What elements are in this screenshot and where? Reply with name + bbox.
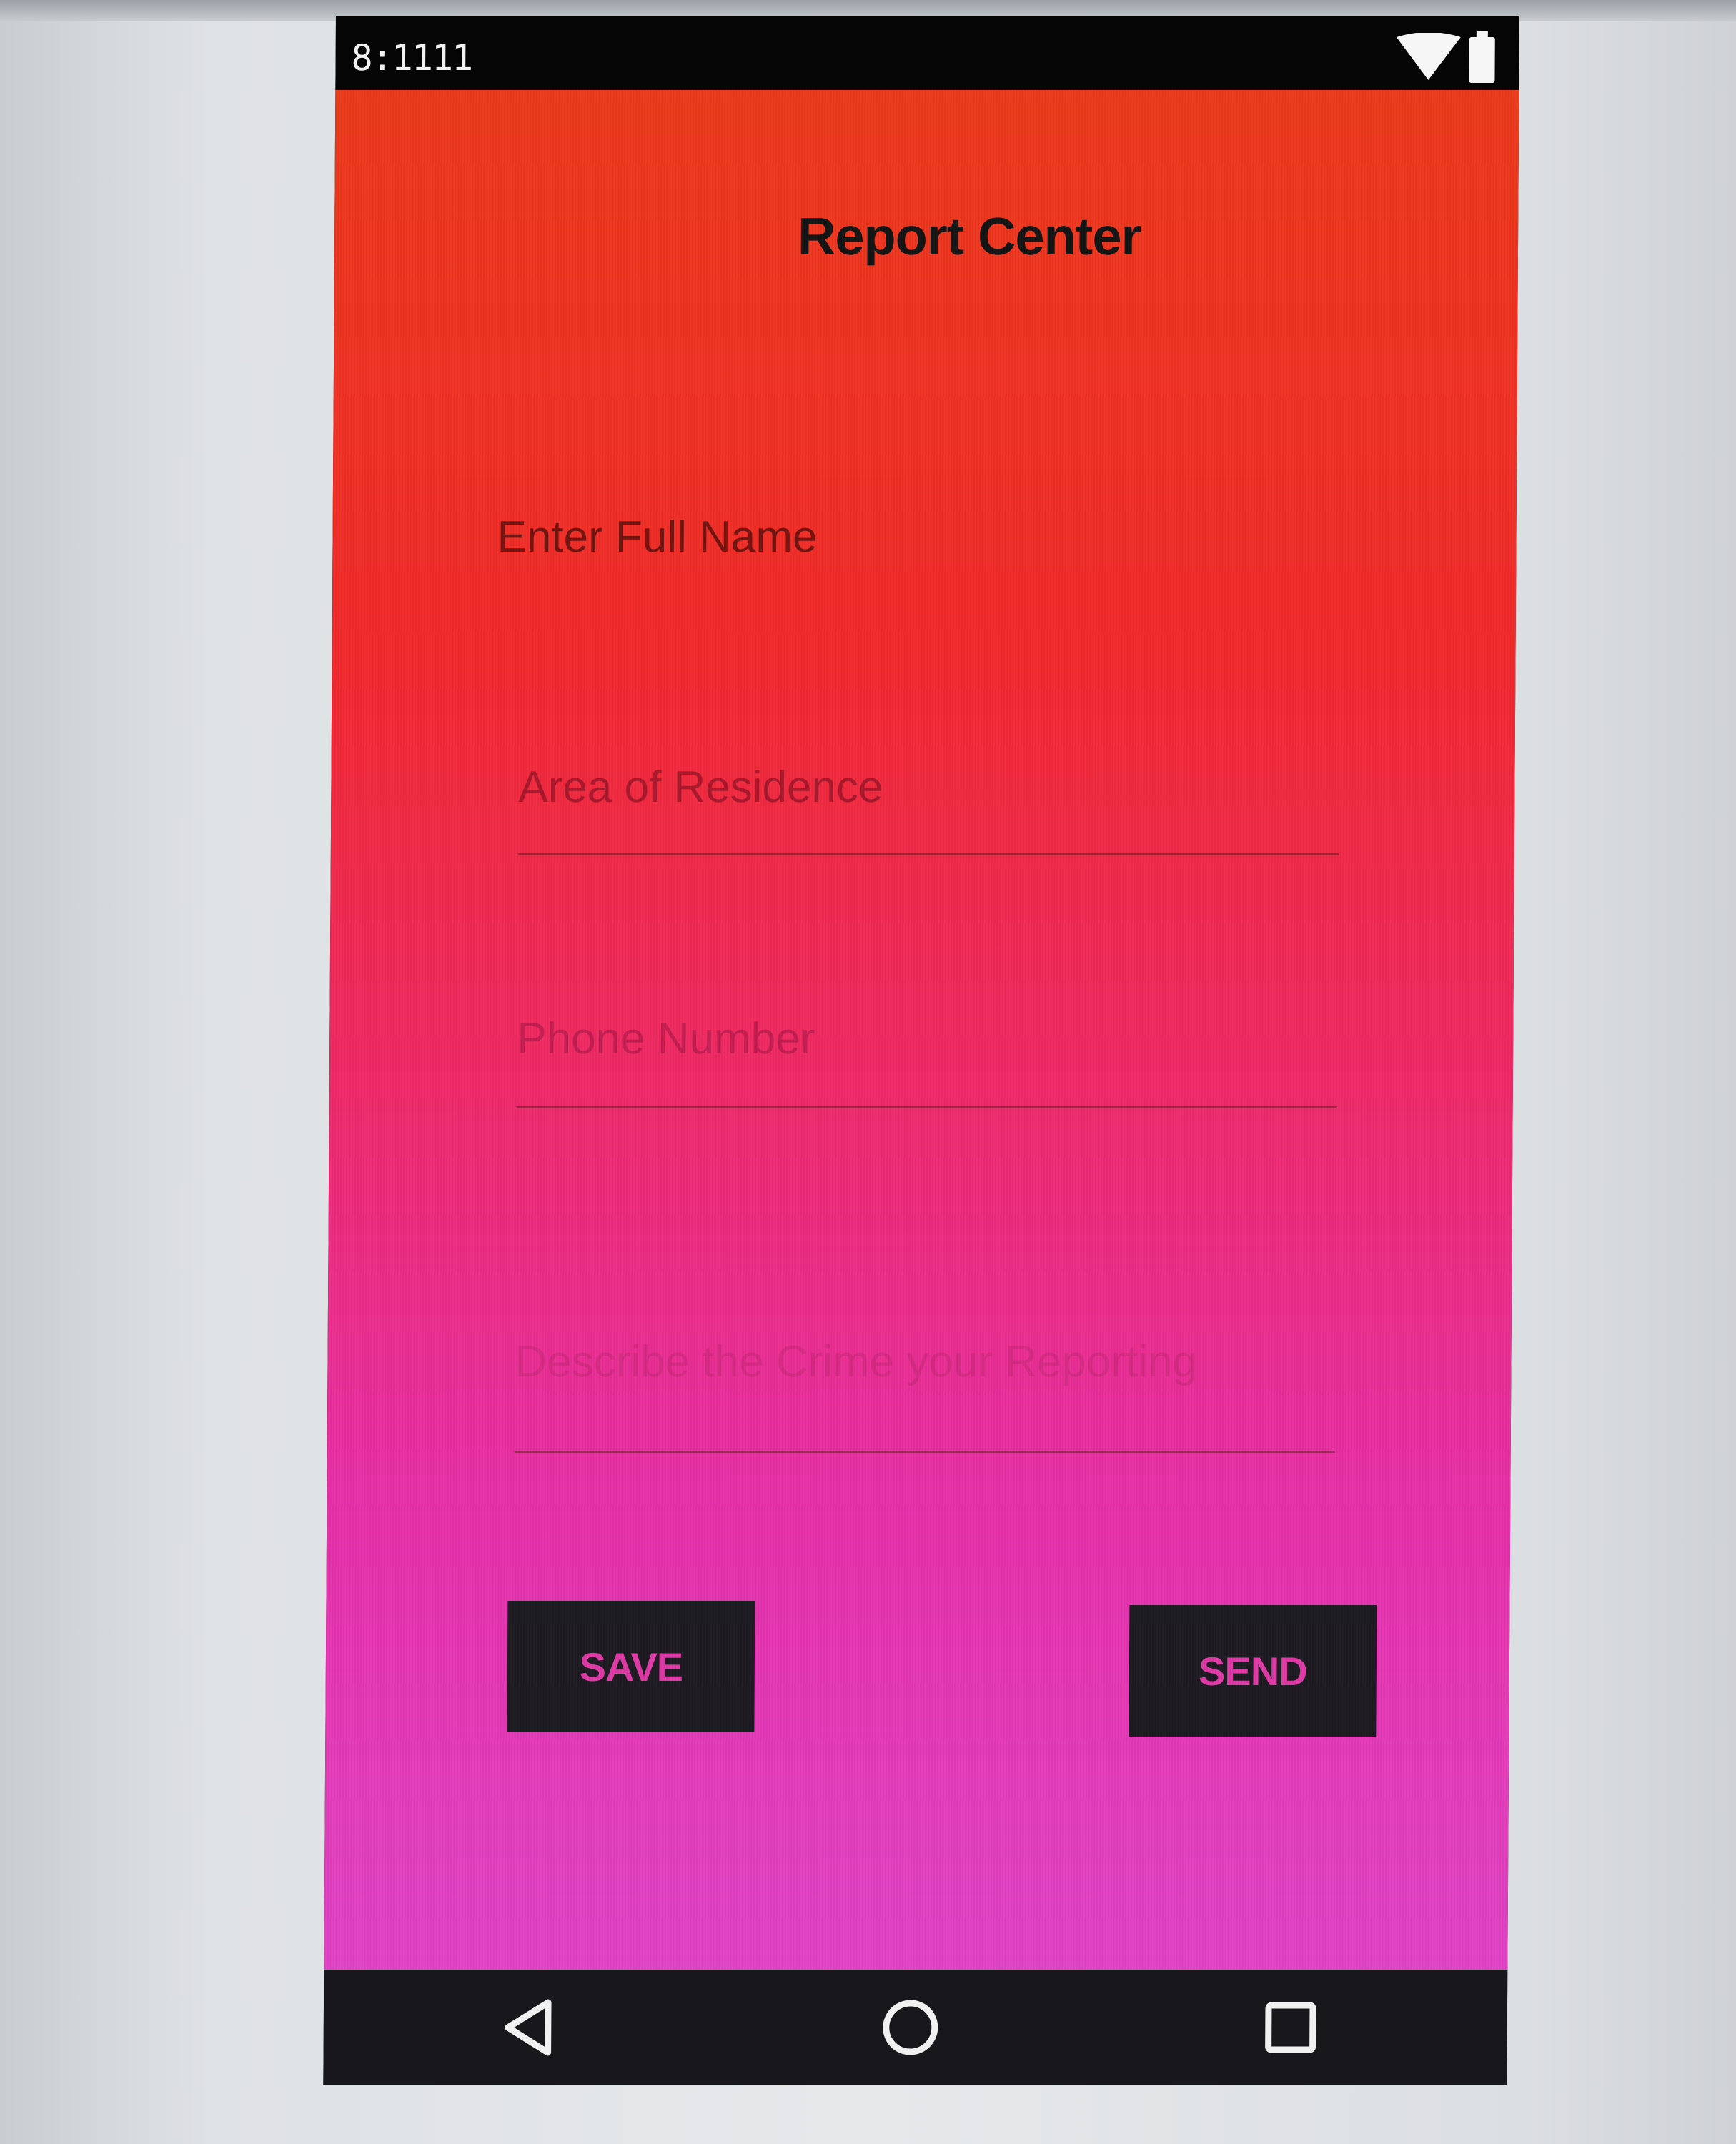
status-bar: 8:1111 bbox=[335, 16, 1519, 90]
page-title: Report Center bbox=[797, 207, 1141, 266]
crime-description-field-underline bbox=[514, 1451, 1335, 1453]
phone-number-field-underline bbox=[516, 1106, 1337, 1108]
full-name-field[interactable]: Enter Full Name bbox=[497, 512, 817, 562]
back-triangle-icon[interactable] bbox=[498, 1995, 563, 2060]
battery-icon bbox=[1469, 31, 1495, 83]
home-circle-icon[interactable] bbox=[878, 1995, 943, 2060]
residence-field-underline bbox=[517, 853, 1339, 855]
phone-emulator: 8:1111 Report Center Enter Full Name Are… bbox=[323, 16, 1520, 2085]
recents-square-icon[interactable] bbox=[1259, 1995, 1324, 2060]
send-button[interactable]: SEND bbox=[1129, 1605, 1377, 1737]
phone-number-field[interactable]: Phone Number bbox=[517, 1013, 815, 1064]
save-button[interactable]: SAVE bbox=[507, 1601, 755, 1732]
crime-description-field[interactable]: Describe the Crime your Reporting bbox=[515, 1336, 1197, 1387]
wifi-icon bbox=[1396, 33, 1461, 80]
report-center-screen: Report Center Enter Full Name Area of Re… bbox=[324, 90, 1519, 1970]
residence-field[interactable]: Area of Residence bbox=[518, 762, 883, 813]
navigation-bar bbox=[323, 1970, 1508, 2085]
status-time: 8:1111 bbox=[351, 37, 472, 79]
